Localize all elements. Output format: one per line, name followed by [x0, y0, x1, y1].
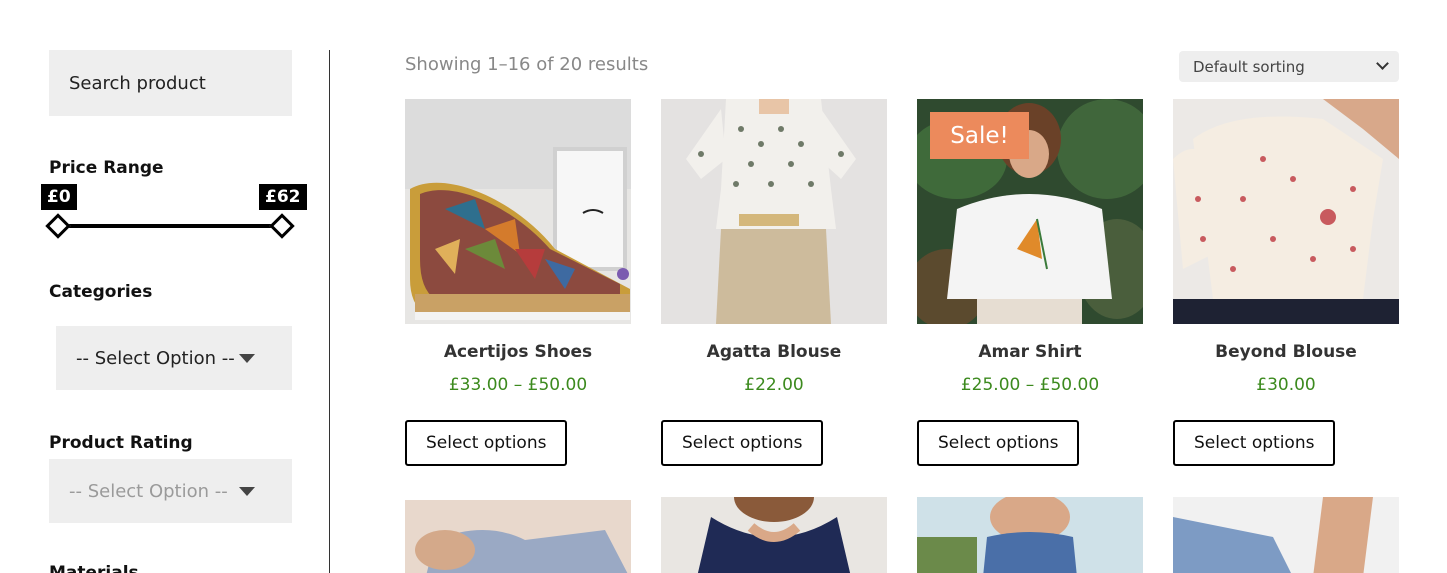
product-image[interactable] [661, 497, 887, 573]
product-image[interactable] [1173, 497, 1399, 573]
sale-badge: Sale! [930, 112, 1029, 159]
sorting-select[interactable]: Default sorting [1179, 51, 1399, 82]
product-image[interactable] [661, 99, 887, 324]
select-options-button[interactable]: Select options [405, 420, 568, 466]
caret-down-icon [239, 487, 255, 496]
product-image[interactable]: Sale! [917, 99, 1143, 324]
product-rating-title: Product Rating [49, 433, 193, 453]
price-min-handle[interactable] [45, 213, 71, 239]
product-rating-select-value: -- Select Option -- [69, 480, 228, 502]
product-rating-select[interactable]: -- Select Option -- [49, 459, 292, 523]
product-price: £25.00 – £50.00 [960, 375, 1100, 395]
price-range-title: Price Range [49, 158, 164, 178]
categories-select-value: -- Select Option -- [76, 347, 235, 369]
sidebar-divider [329, 50, 330, 573]
select-options-button[interactable]: Select options [917, 420, 1080, 466]
price-range-track[interactable] [58, 224, 283, 228]
caret-down-icon [239, 354, 255, 363]
filter-sidebar: Price Range £0 £62 Categories -- Select … [0, 0, 330, 573]
product-image[interactable] [405, 500, 631, 573]
product-name[interactable]: Amar Shirt [917, 342, 1143, 362]
categories-title: Categories [49, 282, 153, 302]
result-count: Showing 1–16 of 20 results [405, 54, 649, 75]
product-name[interactable]: Beyond Blouse [1173, 342, 1399, 362]
materials-title: Materials [49, 563, 139, 573]
chevron-down-icon [1376, 57, 1389, 70]
price-max-tag: £62 [259, 184, 307, 210]
search-product-input[interactable] [49, 50, 292, 116]
product-price: £33.00 – £50.00 [448, 375, 588, 395]
product-price: £22.00 [744, 375, 804, 395]
product-name[interactable]: Acertijos Shoes [405, 342, 631, 362]
sorting-select-value: Default sorting [1193, 57, 1305, 76]
price-max-handle[interactable] [269, 213, 295, 239]
select-options-button[interactable]: Select options [1173, 420, 1336, 466]
categories-select[interactable]: -- Select Option -- [56, 326, 292, 390]
product-image[interactable] [405, 99, 631, 324]
price-min-tag: £0 [41, 184, 77, 210]
product-image[interactable] [1173, 99, 1399, 324]
product-price: £30.00 [1256, 375, 1316, 395]
product-image[interactable] [917, 497, 1143, 573]
select-options-button[interactable]: Select options [661, 420, 824, 466]
product-name[interactable]: Agatta Blouse [661, 342, 887, 362]
